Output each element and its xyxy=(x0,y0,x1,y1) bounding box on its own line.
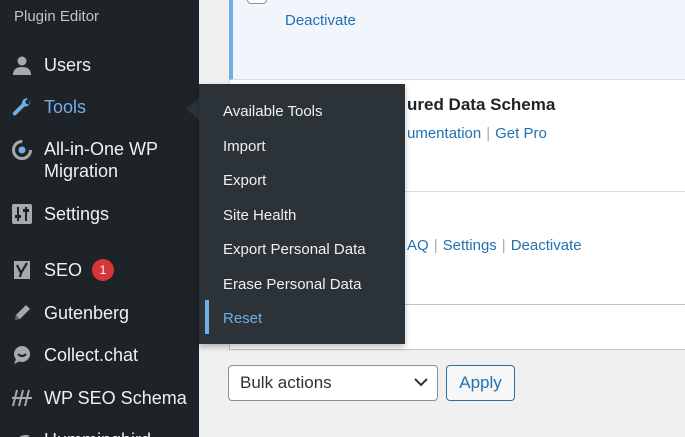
flyout-pointer xyxy=(186,98,199,120)
settings-link[interactable]: Settings xyxy=(443,237,497,254)
sidebar-item-label: WP SEO Schema xyxy=(44,388,187,408)
sidebar-item-settings[interactable]: Settings xyxy=(0,202,199,226)
submenu-item-export-personal-data[interactable]: Export Personal Data xyxy=(223,241,366,258)
row-actions: AQ | Settings | Deactivate xyxy=(407,237,582,255)
separator: | xyxy=(433,237,438,254)
submenu-item-export[interactable]: Export xyxy=(223,172,266,189)
faq-link[interactable]: AQ xyxy=(407,237,429,254)
sidebar-item-label: All-in-One WP xyxy=(44,139,159,159)
yoast-icon xyxy=(10,258,34,282)
separator: | xyxy=(501,237,506,254)
schema-icon xyxy=(10,386,34,410)
row-actions: Deactivate xyxy=(285,12,356,30)
bird-icon xyxy=(10,428,34,437)
submenu-item-erase-personal-data[interactable]: Erase Personal Data xyxy=(223,276,361,293)
sidebar-item-hummingbird[interactable]: Hummingbird xyxy=(0,428,199,437)
current-item-indicator xyxy=(205,300,209,334)
sidebar-item-label: Users xyxy=(44,55,92,75)
wrench-icon xyxy=(10,95,34,119)
sidebar-subitem-plugin-editor[interactable]: Plugin Editor xyxy=(14,8,99,25)
get-pro-link[interactable]: Get Pro xyxy=(495,125,547,142)
sidebar-item-label-line2: Migration xyxy=(44,161,119,181)
sidebar-item-gutenberg[interactable]: Gutenberg xyxy=(0,301,199,325)
submenu-item-site-health[interactable]: Site Health xyxy=(223,207,296,224)
sidebar-item-wp-seo-schema[interactable]: WP SEO Schema xyxy=(0,386,199,410)
sidebar-item-label: Collect.chat xyxy=(44,345,139,365)
documentation-link[interactable]: umentation xyxy=(407,125,481,142)
plugin-checkbox[interactable] xyxy=(247,0,267,4)
plugin-title[interactable]: ured Data Schema xyxy=(407,95,555,115)
row-actions: umentation | Get Pro xyxy=(407,125,547,143)
sidebar-item-users[interactable]: Users xyxy=(0,53,199,77)
plugin-row-active: Deactivate xyxy=(229,0,685,80)
users-icon xyxy=(10,53,34,77)
notification-badge: 1 xyxy=(92,259,115,281)
admin-sidebar: Plugin Editor Users Tools All-in-One WP … xyxy=(0,0,199,437)
deactivate-link[interactable]: Deactivate xyxy=(285,12,356,29)
sidebar-item-seo[interactable]: SEO 1 xyxy=(0,258,199,282)
chevron-down-icon xyxy=(414,378,428,387)
sidebar-item-label-text: SEO xyxy=(44,260,83,280)
sidebar-item-label: Tools xyxy=(44,97,87,117)
separator: | xyxy=(486,125,491,142)
sidebar-item-label: Gutenberg xyxy=(44,303,130,323)
apply-button[interactable]: Apply xyxy=(446,365,515,401)
tools-submenu: Available Tools Import Export Site Healt… xyxy=(199,84,405,344)
sidebar-item-label: SEO 1 xyxy=(44,259,115,281)
submenu-item-available-tools[interactable]: Available Tools xyxy=(223,103,323,120)
pencil-icon xyxy=(10,301,34,325)
bulk-actions-select[interactable]: Bulk actions xyxy=(228,365,438,401)
submenu-item-reset[interactable]: Reset xyxy=(223,310,262,327)
sidebar-item-collect-chat[interactable]: Collect.chat xyxy=(0,343,199,367)
settings-sliders-icon xyxy=(10,202,34,226)
chat-bubble-icon xyxy=(10,343,34,367)
sidebar-item-label: Settings xyxy=(44,204,110,224)
sidebar-item-label: Hummingbird xyxy=(44,429,151,437)
deactivate-link[interactable]: Deactivate xyxy=(511,237,582,254)
submenu-item-import[interactable]: Import xyxy=(223,138,266,155)
migration-icon xyxy=(10,138,34,162)
sidebar-item-tools[interactable]: Tools xyxy=(0,95,199,119)
sidebar-item-all-in-one-wp-migration[interactable]: All-in-One WP Migration xyxy=(0,138,199,184)
bulk-actions-value: Bulk actions xyxy=(240,373,332,392)
